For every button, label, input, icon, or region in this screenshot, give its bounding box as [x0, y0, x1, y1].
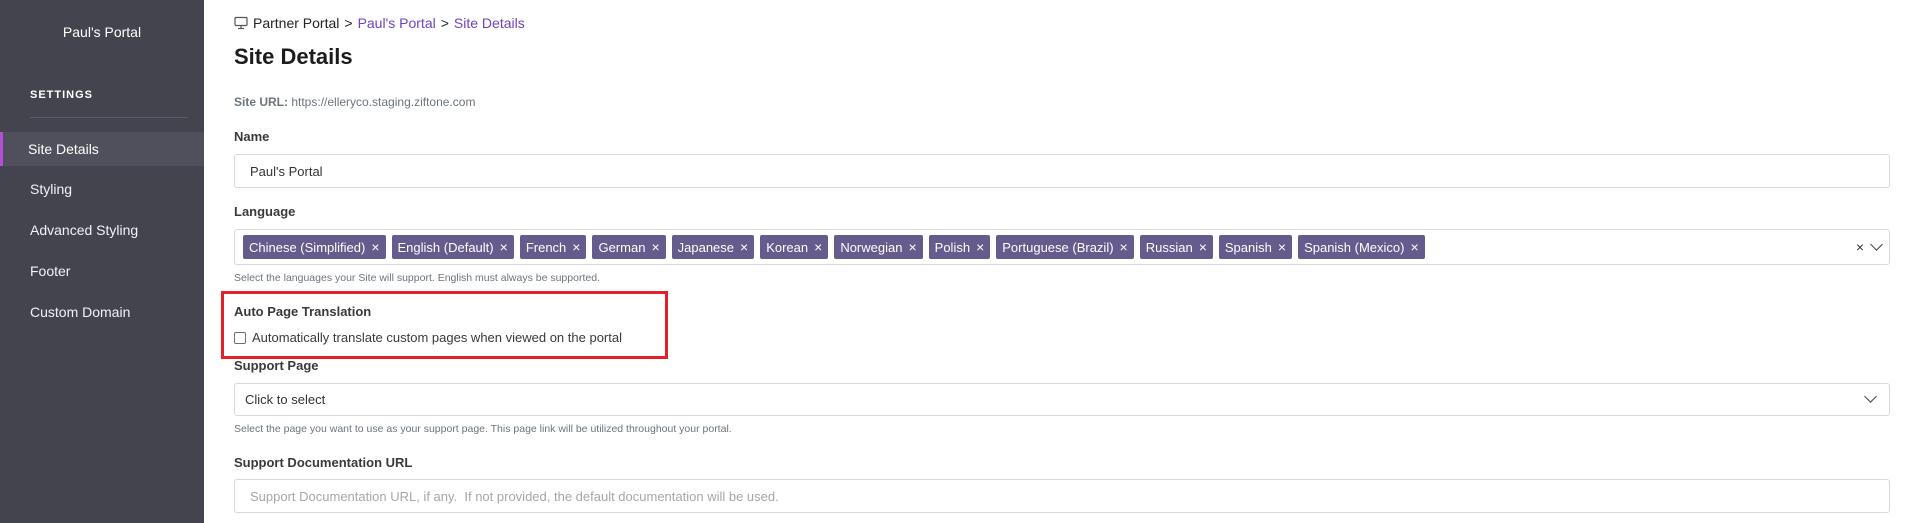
language-tag-label: Portuguese (Brazil)	[1002, 239, 1114, 255]
tag-remove-icon[interactable]: ×	[976, 239, 984, 255]
support-doc-url-input[interactable]	[234, 479, 1890, 513]
language-tag-label: English (Default)	[397, 239, 494, 255]
language-tag[interactable]: French ×	[519, 235, 587, 259]
breadcrumb-separator: >	[344, 15, 353, 31]
language-tag[interactable]: German ×	[592, 235, 666, 259]
support-page-select[interactable]: Click to select	[234, 383, 1890, 416]
language-tag-label: French	[525, 239, 567, 255]
support-page-label: Support Page	[234, 358, 319, 373]
tag-remove-icon[interactable]: ×	[908, 239, 916, 255]
sidebar-item-site-details[interactable]: Site Details	[0, 132, 204, 166]
sidebar-item-custom-domain[interactable]: Custom Domain	[0, 295, 204, 329]
breadcrumb: Partner Portal > Paul's Portal > Site De…	[234, 15, 525, 31]
site-url-label: Site URL:	[234, 95, 288, 109]
tag-remove-icon[interactable]: ×	[740, 239, 748, 255]
sidebar-item-styling[interactable]: Styling	[0, 172, 204, 206]
name-label: Name	[234, 129, 270, 144]
sidebar: Paul's Portal SETTINGS Site Details Styl…	[0, 0, 204, 523]
language-tag-label: Polish	[934, 239, 971, 255]
language-tag-label: Korean	[766, 239, 809, 255]
sidebar-section-settings: SETTINGS	[30, 89, 94, 101]
chevron-down-icon[interactable]	[1870, 238, 1883, 251]
tag-remove-icon[interactable]: ×	[500, 239, 508, 255]
language-tag[interactable]: Polish ×	[928, 235, 991, 259]
highlight-box	[221, 291, 668, 359]
language-tag[interactable]: English (Default) ×	[391, 235, 514, 259]
language-tags: Chinese (Simplified) × English (Default) ×…	[243, 235, 1425, 259]
language-tag[interactable]: Spanish (Mexico) ×	[1298, 235, 1425, 259]
support-doc-label: Support Documentation URL	[234, 455, 413, 470]
site-url: Site URL: https://elleryco.staging.zifto…	[234, 95, 475, 109]
tag-remove-icon[interactable]: ×	[814, 239, 822, 255]
tag-remove-icon[interactable]: ×	[1199, 239, 1207, 255]
support-page-value: Click to select	[245, 392, 326, 407]
tag-remove-icon[interactable]: ×	[572, 239, 580, 255]
language-tag-label: Spanish	[1224, 239, 1272, 255]
language-multiselect[interactable]: Chinese (Simplified) × English (Default) ×…	[234, 229, 1890, 265]
tag-remove-icon[interactable]: ×	[1278, 239, 1286, 255]
sidebar-item-advanced-styling[interactable]: Advanced Styling	[0, 213, 204, 247]
breadcrumb-separator: >	[440, 15, 449, 31]
language-tag[interactable]: Spanish ×	[1218, 235, 1293, 259]
language-label: Language	[234, 204, 296, 219]
language-tag-label: Japanese	[677, 239, 735, 255]
name-input[interactable]	[234, 154, 1890, 188]
sidebar-portal-name: Paul's Portal	[62, 24, 142, 40]
tag-remove-icon[interactable]: ×	[651, 239, 659, 255]
language-tag[interactable]: Norwegian ×	[834, 235, 923, 259]
language-tag-label: Spanish (Mexico)	[1304, 239, 1405, 255]
clear-all-icon[interactable]: ×	[1856, 239, 1864, 255]
language-tag[interactable]: Japanese ×	[671, 235, 755, 259]
sidebar-divider	[30, 117, 188, 118]
language-tag-label: German	[598, 239, 646, 255]
breadcrumb-portal-link[interactable]: Paul's Portal	[358, 15, 436, 31]
language-help-text: Select the languages your Site will supp…	[234, 272, 600, 284]
language-tag-label: Norwegian	[840, 239, 903, 255]
breadcrumb-root[interactable]: Partner Portal	[253, 15, 339, 31]
language-tag-label: Russian	[1145, 239, 1193, 255]
chevron-down-icon[interactable]	[1864, 390, 1877, 403]
tag-remove-icon[interactable]: ×	[1120, 239, 1128, 255]
page-title: Site Details	[234, 44, 353, 69]
language-tag[interactable]: Chinese (Simplified) ×	[243, 235, 386, 259]
language-tag-label: Chinese (Simplified)	[249, 239, 366, 255]
language-tag[interactable]: Korean ×	[760, 235, 829, 259]
breadcrumb-current[interactable]: Site Details	[454, 15, 525, 31]
language-controls: ×	[1856, 230, 1883, 264]
support-page-help-text: Select the page you want to use as your …	[234, 423, 732, 435]
monitor-icon	[234, 16, 248, 30]
tag-remove-icon[interactable]: ×	[371, 239, 379, 255]
sidebar-item-footer[interactable]: Footer	[0, 254, 204, 288]
language-tag[interactable]: Portuguese (Brazil) ×	[996, 235, 1134, 259]
tag-remove-icon[interactable]: ×	[1411, 239, 1419, 255]
language-tag[interactable]: Russian ×	[1139, 235, 1213, 259]
site-url-value: https://elleryco.staging.ziftone.com	[291, 95, 476, 109]
